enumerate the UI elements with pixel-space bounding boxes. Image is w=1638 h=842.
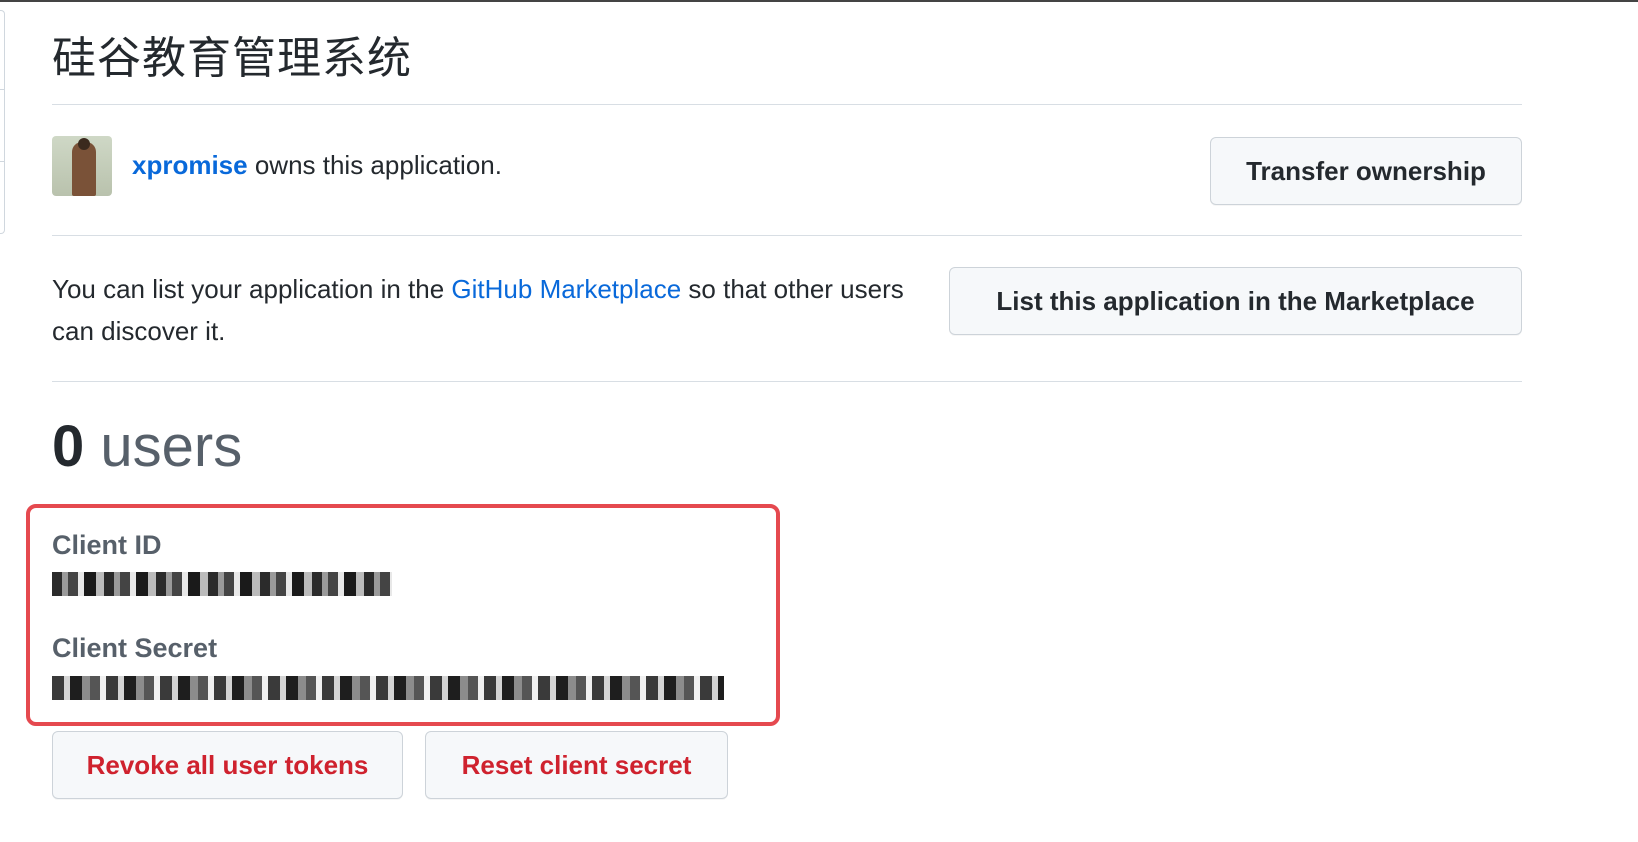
divider	[52, 235, 1522, 236]
owner-text: xpromise owns this application.	[132, 150, 502, 181]
list-in-marketplace-button[interactable]: List this application in the Marketplace	[949, 267, 1522, 335]
client-secret-redacted	[52, 676, 724, 700]
users-count: 0 users	[52, 418, 242, 476]
avatar-head	[78, 138, 90, 150]
users-count-label: users	[84, 414, 243, 479]
sidebar-divider	[0, 161, 4, 162]
client-id-value[interactable]	[52, 572, 392, 596]
sidebar-edge	[0, 10, 5, 234]
users-count-number: 0	[52, 414, 85, 479]
avatar-figure	[72, 142, 96, 196]
top-border	[0, 0, 1638, 2]
client-id-label: Client ID	[52, 530, 162, 560]
divider	[52, 381, 1522, 382]
reset-client-secret-button[interactable]: Reset client secret	[425, 731, 728, 799]
revoke-all-user-tokens-button[interactable]: Revoke all user tokens	[52, 731, 403, 799]
avatar[interactable]	[52, 136, 112, 196]
marketplace-text-before: You can list your application in the	[52, 274, 452, 304]
sidebar-divider	[0, 89, 4, 90]
owner-username-link[interactable]: xpromise	[132, 150, 248, 180]
client-secret-value[interactable]	[52, 676, 724, 700]
client-secret-label: Client Secret	[52, 633, 218, 663]
transfer-ownership-button[interactable]: Transfer ownership	[1210, 137, 1522, 205]
page-title: 硅谷教育管理系统	[52, 33, 412, 84]
owner-suffix: owns this application.	[247, 150, 502, 180]
divider	[52, 104, 1522, 105]
github-marketplace-link[interactable]: GitHub Marketplace	[451, 274, 681, 304]
client-id-redacted	[52, 572, 392, 596]
marketplace-description: You can list your application in the Git…	[52, 268, 942, 352]
